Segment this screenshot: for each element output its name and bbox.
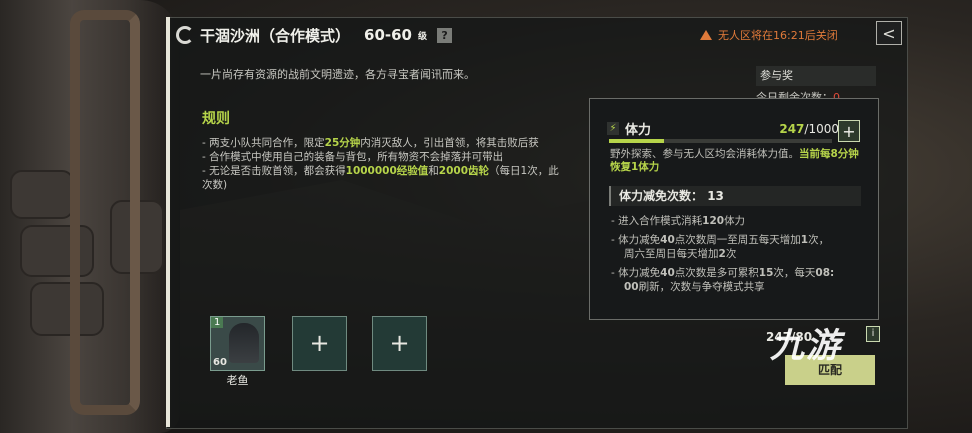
team-slot-member[interactable]: 1 60 — [210, 316, 265, 371]
member-avatar — [229, 323, 259, 363]
stamina-row: ⚡ 体力 247/1000 — [607, 120, 839, 138]
watermark-logo: 九游 — [770, 326, 842, 366]
close-warning-text: 无人区将在16:21后关闭 — [718, 29, 838, 42]
mode-level: 60-60 — [364, 26, 412, 44]
help-icon[interactable]: ? — [437, 27, 453, 43]
metal-frame — [70, 10, 140, 415]
stamina-description: 野外探索、参与无人区均会消耗体力值。当前每8分钟恢复1体力 — [610, 148, 859, 173]
add-teammate-button[interactable]: + — [372, 316, 427, 371]
back-button[interactable]: < — [876, 21, 902, 45]
stamina-label: 体力 — [625, 123, 652, 138]
bolt-icon: ⚡ — [607, 122, 619, 135]
panel-edge — [166, 17, 170, 427]
stamina-bar — [609, 139, 832, 143]
stamina-reduction: 体力减免次数： 13 — [609, 186, 861, 206]
info-button[interactable]: i — [866, 326, 880, 342]
rules-title: 规则 — [202, 111, 230, 127]
rules-text: - 两支小队共同合作，限定25分钟内消灭敌人，引出首领，将其击败后获 - 合作模… — [202, 137, 559, 191]
add-stamina-button[interactable]: + — [838, 120, 860, 142]
member-index: 1 — [211, 317, 224, 328]
add-teammate-button[interactable]: + — [292, 316, 347, 371]
mode-header: 干涸沙洲（合作模式） 60-60 级 ? — [176, 22, 453, 48]
mode-title: 干涸沙洲（合作模式） — [200, 26, 351, 45]
mode-description: 一片尚存有资源的战前文明遗迹，各方寻宝者闻讯而来。 — [200, 68, 475, 81]
stamina-bar-fill — [609, 139, 665, 143]
participation-reward-title: 参与奖 — [756, 66, 876, 86]
mode-level-suffix: 级 — [418, 31, 428, 42]
member-name: 老鱼 — [226, 374, 249, 387]
stamina-value: 247/1000 — [779, 121, 839, 136]
mode-logo-icon — [176, 26, 194, 44]
member-level: 60 — [213, 357, 227, 368]
close-warning: 无人区将在16:21后关闭 — [700, 27, 838, 43]
warning-icon — [700, 30, 712, 40]
stamina-tips: - 进入合作模式消耗120体力 - 体力减免40点次数周一至周五每天增加1次， … — [611, 215, 835, 293]
